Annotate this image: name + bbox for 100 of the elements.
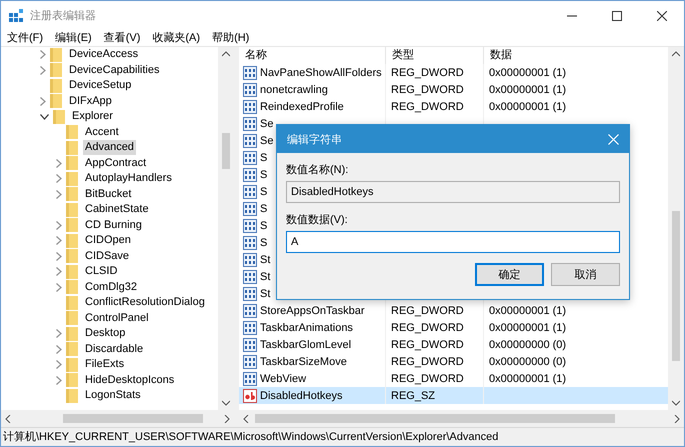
folder-icon xyxy=(66,264,78,279)
tree-item[interactable]: Accent xyxy=(83,124,121,140)
tree-item[interactable]: DIFxApp xyxy=(67,94,114,109)
expand-chevron-icon[interactable] xyxy=(56,282,62,292)
expand-chevron-icon[interactable] xyxy=(40,96,46,106)
tree-item[interactable]: AppContract xyxy=(83,156,148,171)
value-name: S xyxy=(260,152,268,164)
expand-chevron-icon[interactable] xyxy=(56,329,62,338)
menu-item[interactable]: 收藏夹(A) xyxy=(146,30,206,46)
expand-chevron-icon[interactable] xyxy=(56,174,62,184)
cancel-button[interactable]: 取消 xyxy=(551,263,620,286)
scroll-thumb[interactable] xyxy=(672,211,680,361)
expand-chevron-icon[interactable] xyxy=(56,267,62,276)
tree-item[interactable]: FileExts xyxy=(83,357,126,372)
expand-chevron-icon[interactable] xyxy=(56,220,62,230)
folder-icon xyxy=(50,48,62,62)
scroll-left-icon[interactable] xyxy=(5,414,11,422)
field-label: 数值数据(V): xyxy=(286,213,349,227)
tree-item[interactable]: Advanced xyxy=(83,140,136,156)
table-row[interactable]: NavPaneShowAllFolders REG_DWORD 0x00000001 (1) xyxy=(239,64,668,81)
folder-icon xyxy=(66,202,78,217)
menu-item[interactable]: 查看(V) xyxy=(98,30,146,46)
column-header[interactable]: 类型 xyxy=(386,47,484,64)
value-name: nonetcrawling xyxy=(260,84,328,96)
tree-item[interactable]: LogonStats xyxy=(83,388,143,404)
tree-item[interactable]: CIDSave xyxy=(83,248,132,264)
scroll-down-icon[interactable] xyxy=(222,400,230,406)
expand-chevron-icon[interactable] xyxy=(56,360,62,370)
scroll-left-icon[interactable] xyxy=(243,414,249,422)
column-header[interactable]: 数据 xyxy=(484,47,668,64)
close-icon[interactable] xyxy=(608,134,619,144)
binary-value-icon xyxy=(243,338,257,352)
tree-item[interactable]: DeviceAccess xyxy=(67,47,140,62)
tree-item[interactable]: DeviceCapabilities xyxy=(67,62,162,78)
collapse-chevron-icon[interactable] xyxy=(40,114,49,120)
tree-item[interactable]: CLSID xyxy=(83,264,120,280)
binary-value-icon xyxy=(243,100,257,114)
folder-icon xyxy=(50,94,62,108)
value-type: REG_DWORD xyxy=(391,66,464,78)
scroll-thumb[interactable] xyxy=(255,414,615,423)
expand-chevron-icon[interactable] xyxy=(56,344,62,354)
scroll-thumb[interactable] xyxy=(63,414,203,423)
scroll-up-icon[interactable] xyxy=(222,51,230,57)
scroll-right-icon[interactable] xyxy=(674,414,680,422)
ok-button[interactable]: 确定 xyxy=(475,263,544,286)
table-row[interactable]: StoreAppsOnTaskbar REG_DWORD 0x00000001 (1) xyxy=(239,302,668,319)
value-name: Se xyxy=(260,118,274,130)
menu-item[interactable]: 帮助(H) xyxy=(206,30,256,46)
tree-item[interactable]: CabinetState xyxy=(83,202,151,218)
binary-value-icon xyxy=(243,150,257,164)
binary-value-icon xyxy=(243,354,257,368)
scrollbar[interactable] xyxy=(239,410,684,427)
tree-item[interactable]: ControlPanel xyxy=(83,310,151,326)
value-data-field[interactable]: A xyxy=(286,231,620,253)
scroll-right-icon[interactable] xyxy=(224,414,230,422)
table-row[interactable]: nonetcrawling REG_DWORD 0x00000001 (1) xyxy=(239,81,668,98)
expand-chevron-icon[interactable] xyxy=(56,376,62,385)
scrollbar[interactable] xyxy=(1,410,234,427)
table-row[interactable]: TaskbarSizeMove REG_DWORD 0x00000000 (0) xyxy=(239,353,668,370)
scroll-down-icon[interactable] xyxy=(672,400,680,406)
tree-item[interactable]: HideDesktopIcons xyxy=(83,372,176,388)
expand-chevron-icon[interactable] xyxy=(56,236,62,246)
menu-item[interactable]: 编辑(E) xyxy=(49,30,98,46)
tree-item[interactable]: AutoplayHandlers xyxy=(83,171,174,186)
binary-value-icon xyxy=(243,202,257,216)
value-type: REG_DWORD xyxy=(391,372,464,384)
table-row[interactable]: DisabledHotkeys REG_SZ xyxy=(239,387,668,404)
binary-value-icon xyxy=(243,236,257,250)
column-header[interactable]: 名称 xyxy=(239,47,386,64)
value-data: 0x00000001 (1) xyxy=(489,100,566,112)
expand-chevron-icon[interactable] xyxy=(56,252,62,261)
scroll-thumb[interactable] xyxy=(222,133,230,169)
binary-value-icon xyxy=(243,372,257,386)
expand-chevron-icon[interactable] xyxy=(56,158,62,168)
folder-icon xyxy=(66,296,78,310)
value-name-field[interactable]: DisabledHotkeys xyxy=(286,181,620,203)
field-label: 数值名称(N): xyxy=(286,163,350,177)
value-name: WebView xyxy=(260,372,306,384)
scroll-up-icon[interactable] xyxy=(672,51,680,57)
table-row[interactable]: ReindexedProfile REG_DWORD 0x00000001 (1) xyxy=(239,98,668,115)
menu-item[interactable]: 文件(F) xyxy=(1,30,50,46)
tree-item[interactable]: BitBucket xyxy=(83,186,134,202)
tree-item[interactable]: ComDlg32 xyxy=(83,280,139,295)
expand-chevron-icon[interactable] xyxy=(56,190,62,199)
tree-item[interactable]: DeviceSetup xyxy=(67,78,134,94)
tree-item[interactable]: Explorer xyxy=(70,109,115,124)
table-row[interactable]: TaskbarAnimations REG_DWORD 0x00000001 (1) xyxy=(239,319,668,336)
table-row[interactable]: TaskbarGlomLevel REG_DWORD 0x00000000 (0) xyxy=(239,336,668,353)
tree-item[interactable]: ConflictResolutionDialog xyxy=(83,295,207,310)
tree-item[interactable]: CD Burning xyxy=(83,218,144,233)
folder-icon xyxy=(66,326,78,341)
tree-item[interactable]: Desktop xyxy=(83,326,128,342)
tree-item[interactable]: Discardable xyxy=(83,342,146,357)
tree-item[interactable]: CIDOpen xyxy=(83,233,133,248)
expand-chevron-icon[interactable] xyxy=(40,66,46,75)
expand-chevron-icon[interactable] xyxy=(40,50,46,60)
value-data: 0x00000001 (1) xyxy=(489,372,566,384)
folder-icon xyxy=(50,63,62,78)
window-title: 注册表编辑器 xyxy=(30,8,96,23)
scrollbar[interactable] xyxy=(668,47,684,410)
